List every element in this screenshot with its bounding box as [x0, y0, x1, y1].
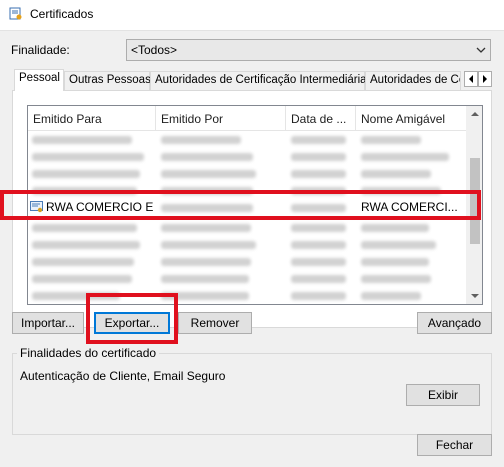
tab-scroll-left-button[interactable]	[464, 71, 478, 87]
redacted-cell	[361, 258, 429, 266]
redacted-cell	[361, 241, 436, 249]
redacted-cell	[161, 258, 251, 266]
table-row[interactable]	[28, 237, 468, 253]
remove-button[interactable]: Remover	[178, 312, 252, 334]
table-row[interactable]	[28, 288, 468, 304]
table-row[interactable]	[28, 220, 468, 236]
close-button[interactable]: Fechar	[417, 434, 492, 456]
tab-autoridades-intermediarias[interactable]: Autoridades de Certificação Intermediári…	[150, 71, 372, 90]
table-row[interactable]	[28, 254, 468, 270]
tab-scroll-left-icon	[469, 75, 473, 83]
redacted-cell	[361, 187, 441, 195]
column-header-date[interactable]: Data de ...	[286, 106, 356, 131]
group-title: Finalidades do certificado	[17, 346, 160, 360]
redacted-cell	[161, 241, 256, 249]
redacted-cell	[161, 292, 249, 300]
dialog-client-area: Finalidade: <Todos> Pessoal Outras Pesso…	[0, 30, 504, 467]
redacted-cell	[361, 275, 431, 283]
table-row[interactable]	[28, 132, 468, 148]
redacted-cell	[161, 136, 241, 144]
column-header-issued-by[interactable]: Emitido Por	[156, 106, 286, 131]
cell-issued-to: RWA COMERCIO E ...	[46, 200, 156, 214]
list-vertical-scrollbar[interactable]	[466, 106, 482, 304]
certificate-manager-icon	[9, 7, 22, 20]
tab-autoridades-raiz[interactable]: Autoridades de Ce	[365, 71, 461, 90]
redacted-cell	[291, 187, 346, 195]
cell-friendly-name: RWA COMERCI...	[361, 200, 458, 214]
certificate-icon	[30, 201, 43, 213]
advanced-button[interactable]: Avançado	[417, 312, 492, 334]
purpose-label: Finalidade:	[11, 43, 70, 57]
redacted-cell	[361, 136, 421, 144]
redacted-cell	[291, 153, 346, 161]
tab-panel: Emitido Para Emitido Por Data de ... Nom…	[12, 90, 492, 328]
scroll-down-icon[interactable]	[467, 288, 483, 304]
tab-strip: Pessoal Outras Pessoas Autoridades de Ce…	[12, 69, 492, 91]
redacted-cell	[161, 153, 253, 161]
purpose-dropdown[interactable]: <Todos>	[126, 39, 491, 61]
dropdown-arrow-icon	[476, 47, 486, 53]
redacted-cell	[32, 224, 137, 232]
redacted-cell	[361, 170, 431, 178]
table-row[interactable]	[28, 271, 468, 287]
redacted-cell	[361, 153, 449, 161]
redacted-cell	[291, 275, 346, 283]
certificate-purposes-text: Autenticação de Cliente, Email Seguro	[20, 369, 226, 383]
redacted-cell	[361, 224, 429, 232]
title-bar: Certificados	[0, 0, 504, 30]
redacted-cell	[161, 187, 253, 195]
redacted-cell	[161, 275, 249, 283]
view-button[interactable]: Exibir	[406, 384, 480, 406]
scrollbar-thumb[interactable]	[470, 158, 480, 244]
tab-pessoal[interactable]: Pessoal	[14, 69, 64, 91]
redacted-cell	[32, 292, 120, 300]
redacted-cell	[161, 170, 256, 178]
tab-outras-pessoas[interactable]: Outras Pessoas	[64, 71, 151, 90]
redacted-cell	[291, 258, 346, 266]
redacted-cell	[32, 136, 132, 144]
export-button[interactable]: Exportar...	[94, 312, 170, 334]
certificate-list[interactable]: Emitido Para Emitido Por Data de ... Nom…	[27, 105, 483, 305]
redacted-cell	[32, 258, 134, 266]
tab-scroll-right-icon	[483, 75, 487, 83]
tab-scroll-right-button[interactable]	[478, 71, 492, 87]
scroll-up-icon[interactable]	[467, 106, 483, 122]
redacted-cell	[291, 241, 346, 249]
column-header-friendly-name[interactable]: Nome Amigável	[356, 106, 468, 131]
redacted-cell	[32, 187, 137, 195]
redacted-cell	[32, 170, 140, 178]
table-row-selected[interactable]: RWA COMERCIO E ... RWA COMERCI...	[28, 200, 468, 218]
redacted-cell	[291, 204, 346, 212]
window-title: Certificados	[30, 7, 94, 21]
redacted-cell	[32, 275, 132, 283]
redacted-cell	[32, 241, 140, 249]
import-button[interactable]: Importar...	[12, 312, 84, 334]
column-header-issued-to[interactable]: Emitido Para	[28, 106, 156, 131]
purpose-dropdown-value: <Todos>	[131, 43, 178, 57]
table-row[interactable]	[28, 166, 468, 182]
tab-label: Autoridades de Certificação Intermediári…	[155, 74, 373, 86]
table-row[interactable]	[28, 149, 468, 165]
table-row[interactable]	[28, 183, 468, 199]
redacted-cell	[291, 224, 346, 232]
tab-label: Outras Pessoas	[69, 74, 151, 86]
redacted-cell	[291, 170, 346, 178]
redacted-cell	[32, 153, 144, 161]
redacted-cell	[161, 224, 251, 232]
tab-label: Pessoal	[19, 72, 60, 84]
certificate-purposes-group: Finalidades do certificado Autenticação …	[12, 346, 492, 435]
redacted-cell	[361, 292, 421, 300]
tab-label: Autoridades de Ce	[370, 74, 461, 86]
list-header: Emitido Para Emitido Por Data de ... Nom…	[28, 106, 468, 131]
redacted-cell	[161, 204, 253, 212]
redacted-cell	[291, 136, 346, 144]
redacted-cell	[291, 292, 346, 300]
